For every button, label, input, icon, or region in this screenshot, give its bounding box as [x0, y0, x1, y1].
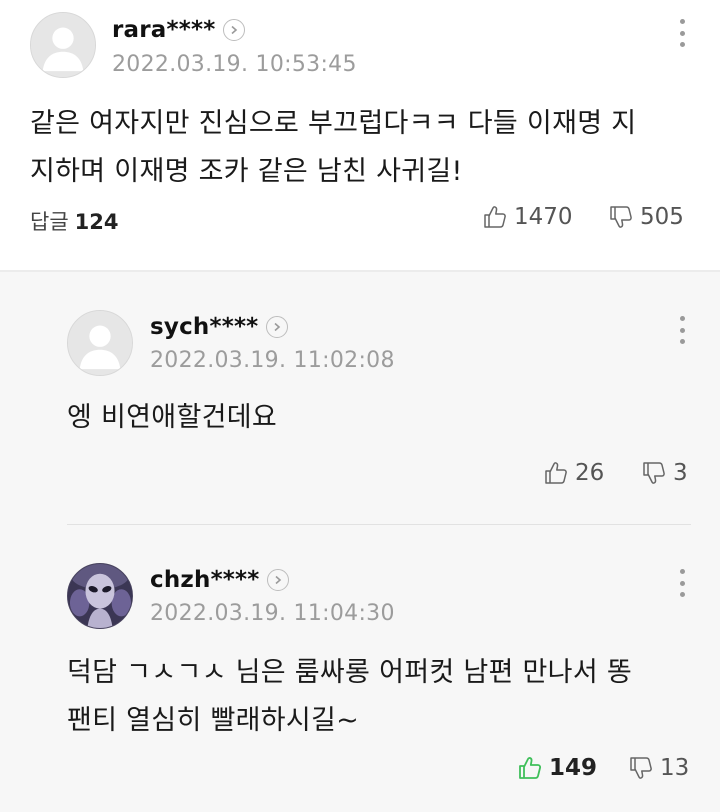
comment-line: 지하며 이재명 조카 같은 남친 사귀길!: [30, 156, 463, 187]
reply-count: 124: [74, 210, 119, 234]
alien-icon: [68, 564, 132, 628]
alien-avatar[interactable]: [67, 563, 133, 629]
more-options-icon[interactable]: [670, 566, 694, 600]
reply-count-button[interactable]: 답글 124: [30, 206, 118, 236]
dislike-button[interactable]: 3: [641, 460, 688, 486]
reply-line: 덕담 ㄱㅅㄱㅅ 님은 룸싸롱 어퍼컷 남편 만나서 똥: [67, 657, 632, 688]
thumbs-up-icon: [484, 206, 506, 228]
reply-body: 엥 비연애할건데요: [67, 394, 277, 442]
dislike-button[interactable]: 505: [608, 204, 684, 230]
reply-body: 덕담 ㄱㅅㄱㅅ 님은 룸싸롱 어퍼컷 남편 만나서 똥 팬티 열심히 빨래하시길…: [67, 649, 632, 745]
reply-label: 답글: [30, 210, 69, 234]
nickname-row[interactable]: chzh****: [150, 567, 290, 593]
like-count: 1470: [514, 204, 573, 230]
chevron-right-icon[interactable]: [267, 569, 290, 591]
reply-line: 팬티 열심히 빨래하시길~: [67, 705, 360, 736]
nickname[interactable]: sych****: [150, 314, 258, 340]
comment-line: 같은 여자지만 진심으로 부끄럽다ㅋㅋ 다들 이재명 지: [30, 108, 637, 139]
dislike-count: 3: [673, 460, 688, 486]
dislike-count: 13: [660, 755, 690, 781]
reply-date: 2022.03.19. 11:04:30: [150, 601, 395, 626]
dislike-count: 505: [640, 204, 684, 230]
default-user-icon: [68, 311, 132, 375]
default-avatar[interactable]: [67, 310, 133, 376]
nickname-row[interactable]: sych****: [150, 314, 289, 340]
thumbs-down-icon: [610, 206, 632, 228]
reply-item: chzh**** 2022.03.19. 11:04:30 덕담 ㄱㅅㄱㅅ 님은…: [0, 525, 720, 812]
chevron-right-icon[interactable]: [266, 316, 289, 338]
reply-item: sych**** 2022.03.19. 11:02:08 엥 비연애할건데요 …: [0, 272, 720, 524]
thumbs-down-icon: [630, 757, 652, 779]
default-avatar[interactable]: [30, 12, 96, 78]
nickname[interactable]: chzh****: [150, 567, 259, 593]
like-count: 26: [575, 460, 605, 486]
comment-body: 같은 여자지만 진심으로 부끄럽다ㅋㅋ 다들 이재명 지 지하며 이재명 조카 …: [30, 100, 636, 196]
more-options-icon[interactable]: [670, 313, 694, 347]
like-button[interactable]: 149: [517, 755, 597, 781]
chevron-right-icon[interactable]: [223, 19, 246, 41]
nickname-row[interactable]: rara****: [112, 17, 246, 43]
default-user-icon: [31, 13, 95, 77]
thumbs-up-active-icon: [519, 757, 542, 779]
thumbs-down-icon: [643, 462, 665, 484]
dislike-button[interactable]: 13: [628, 755, 689, 781]
reply-line: 엥 비연애할건데요: [67, 402, 278, 433]
nickname[interactable]: rara****: [112, 17, 215, 43]
more-options-icon[interactable]: [670, 16, 694, 50]
like-button[interactable]: 1470: [482, 204, 573, 230]
thumbs-up-icon: [545, 462, 567, 484]
like-button[interactable]: 26: [543, 460, 604, 486]
reply-date: 2022.03.19. 11:02:08: [150, 348, 395, 373]
comment-item: rara**** 2022.03.19. 10:53:45 같은 여자지만 진심…: [0, 0, 720, 270]
comment-date: 2022.03.19. 10:53:45: [112, 52, 357, 77]
like-count: 149: [549, 755, 598, 781]
